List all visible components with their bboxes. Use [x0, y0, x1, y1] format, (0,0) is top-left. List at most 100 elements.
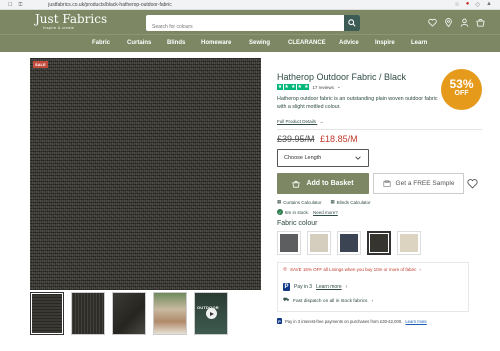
product-rating[interactable]: ★ ★ ★ ★ ★ 17 reviews ⌄ — [277, 84, 341, 90]
star-icon[interactable]: ☆ — [454, 1, 459, 8]
stock-status: ✓ 8m in stock. Need more? — [277, 209, 338, 215]
truck-icon: ⛟ — [283, 298, 290, 303]
main-nav: Fabric Curtains Blinds Homeware Sewing C… — [0, 34, 500, 52]
alert-icon[interactable]: ▲ — [486, 1, 492, 8]
full-details-link[interactable]: Full Product Details → — [277, 119, 324, 124]
nav-fabric[interactable]: Fabric — [92, 40, 110, 46]
swatch-fill — [280, 234, 298, 252]
site-header: Just Fabrics Inspire & create — [0, 10, 500, 35]
extension-icon[interactable]: ● — [466, 1, 470, 8]
length-select-label: Choose Length — [284, 155, 322, 161]
calculator-icon: ▦ — [330, 199, 335, 204]
calculators: ▦ Curtains Calculator ▦ Blinds Calculato… — [277, 199, 371, 205]
swatch-beige[interactable] — [307, 231, 331, 255]
swatch-navy[interactable] — [337, 231, 361, 255]
fabric-colour-label: Fabric colour — [277, 220, 318, 227]
discount-badge: 53% OFF — [441, 69, 482, 110]
nav-curtains[interactable]: Curtains — [127, 40, 151, 46]
paypal-icon: P — [277, 318, 282, 324]
star-icon: ★ — [290, 84, 297, 90]
arrow-right-icon: → — [319, 119, 324, 124]
search-icon — [348, 19, 356, 27]
nav-inspire[interactable]: Inspire — [375, 40, 395, 46]
nav-learn[interactable]: Learn — [411, 40, 427, 46]
blinds-calculator-label: Blinds Calculator — [336, 199, 371, 205]
nav-sewing[interactable]: Sewing — [249, 40, 270, 46]
linings-promo[interactable]: ◎ SAVE 15% OFF all Linings when you buy … — [283, 266, 421, 272]
heart-icon[interactable] — [467, 178, 478, 189]
free-sample-button[interactable]: Get a FREE Sample — [373, 173, 464, 194]
browser-extensions: ☆ ● ◇ ▲ — [454, 1, 492, 8]
swatch-natural[interactable] — [397, 231, 421, 255]
fast-dispatch[interactable]: ⛟ Fast dispatch on all in stock fabrics … — [283, 298, 373, 304]
heart-icon[interactable] — [428, 18, 437, 27]
browser-nav: ☐ ⚿ — [0, 2, 22, 8]
header-icons — [428, 18, 485, 27]
paypal-learn-more[interactable]: Learn more — [405, 319, 426, 324]
blinds-calculator-link[interactable]: ▦ Blinds Calculator — [331, 199, 371, 205]
shield-icon[interactable]: ◇ — [475, 1, 480, 8]
length-select[interactable]: Choose Length — [277, 149, 369, 167]
swatch-grey[interactable] — [277, 231, 301, 255]
tag-icon: ◎ — [283, 266, 287, 271]
chevron-right-icon: › — [345, 284, 348, 290]
thumbnail-video[interactable]: OUTDOOR — [194, 292, 228, 335]
promo-text: SAVE 15% OFF all Linings when you buy 10… — [289, 266, 417, 272]
swatch-black[interactable] — [367, 231, 391, 255]
url-bar[interactable]: justfabrics.co.uk/products/black-hathero… — [48, 2, 171, 8]
paypal-icon: P — [283, 283, 290, 291]
swatch-fill — [400, 234, 418, 252]
add-to-basket-button[interactable]: Add to Basket — [277, 173, 369, 194]
lock-icon: ⚿ — [18, 1, 23, 8]
swatch-fill — [370, 234, 388, 252]
basket-icon — [292, 180, 301, 188]
star-icon: ★ — [296, 84, 303, 90]
price-old: £39.95/M — [277, 134, 315, 144]
user-icon[interactable] — [460, 18, 469, 27]
pay-in-3: P Pay in 3 Learn more › — [283, 283, 347, 291]
video-label: OUTDOOR — [197, 305, 219, 310]
need-more-link[interactable]: Need more? — [313, 210, 338, 215]
thumbnail-4[interactable] — [153, 292, 187, 335]
discount-percent: 53% — [449, 77, 474, 91]
basket-icon[interactable] — [476, 18, 485, 27]
free-sample-label: Get a FREE Sample — [395, 180, 455, 187]
site-logo[interactable]: Just Fabrics — [35, 13, 107, 25]
chevron-down-icon: ⌄ — [336, 84, 341, 89]
search-input[interactable] — [146, 19, 336, 35]
chevron-right-icon: › — [419, 266, 421, 272]
discount-off: OFF — [454, 90, 469, 97]
location-icon[interactable] — [444, 18, 453, 27]
paypal-note-text: Pay in 3 interest-free payments on purch… — [285, 318, 403, 324]
details-link-label: Full Product Details — [277, 119, 317, 124]
pay-in-3-learn-more[interactable]: Learn more — [316, 284, 342, 290]
curtains-calculator-link[interactable]: ▦ Curtains Calculator — [277, 199, 322, 205]
stock-text: 8m in stock. — [285, 209, 310, 215]
check-icon: ✓ — [277, 209, 283, 215]
browser-toolbar: ☐ ⚿ justfabrics.co.uk/products/black-hat… — [0, 0, 500, 10]
nav-blinds[interactable]: Blinds — [167, 40, 185, 46]
product-title: Hatherop Outdoor Fabric / Black — [277, 72, 407, 82]
thumbnail-3[interactable] — [112, 292, 146, 335]
curtains-calculator-label: Curtains Calculator — [283, 199, 322, 205]
colour-swatches — [277, 231, 421, 255]
nav-advice[interactable]: Advice — [339, 40, 359, 46]
nav-clearance[interactable]: CLEARANCE — [288, 40, 326, 46]
swatch-fill — [310, 234, 328, 252]
bookmark-icon[interactable]: ☐ — [8, 2, 12, 8]
product-main-image[interactable] — [30, 58, 261, 290]
search-button[interactable] — [344, 15, 360, 31]
star-icon: ★ — [277, 84, 283, 90]
sale-badge: SALE — [33, 61, 48, 68]
sample-icon — [383, 179, 391, 187]
thumbnail-strip: OUTDOOR — [30, 292, 228, 335]
rating-stars: ★ ★ ★ ★ ★ — [277, 84, 310, 90]
logo-tagline: Inspire & create — [43, 25, 75, 30]
paypal-note: P Pay in 3 interest-free payments on pur… — [277, 318, 427, 324]
price-new: £18.85/M — [320, 134, 358, 144]
thumbnail-2[interactable] — [71, 292, 105, 335]
review-count[interactable]: 17 reviews — [312, 85, 334, 90]
thumbnail-1[interactable] — [30, 292, 64, 335]
nav-homeware[interactable]: Homeware — [201, 40, 231, 46]
search-bar — [146, 15, 360, 35]
